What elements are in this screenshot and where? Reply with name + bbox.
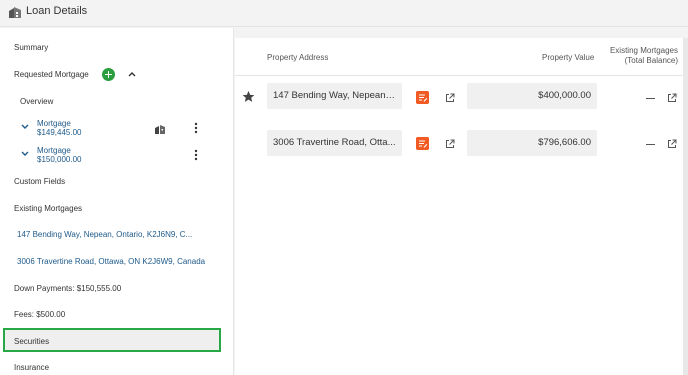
mortgage-amount: $150,000.00 (37, 155, 82, 164)
sidebar-item-securities-label: Securities (14, 337, 50, 346)
property-value-field[interactable]: $400,000.00 (467, 83, 597, 109)
sidebar-item-property-2[interactable]: 3006 Travertine Road, Ottawa, ON K2J6W9,… (17, 257, 205, 266)
building-icon (155, 125, 165, 134)
property-value-field[interactable]: $796,606.00 (467, 130, 597, 156)
mortgage-name: Mortgage (37, 146, 71, 155)
more-options-icon[interactable] (194, 122, 198, 134)
star-icon[interactable] (242, 90, 255, 103)
column-header-line: Existing Mortgages (609, 46, 678, 55)
edit-icon[interactable] (416, 137, 429, 150)
column-header-property-value: Property Value (542, 53, 595, 62)
loan-details-icon (9, 7, 21, 18)
header-divider (235, 75, 688, 76)
edit-icon[interactable] (416, 91, 429, 104)
column-header-existing-mortgages: Existing Mortgages (Total Balance) (605, 46, 678, 66)
sidebar-item-summary[interactable]: Summary (14, 43, 48, 52)
property-address-field[interactable]: 3006 Travertine Road, Otta... (267, 130, 402, 156)
sidebar-item-fees[interactable]: Fees: $500.00 (14, 310, 65, 319)
chevron-up-icon[interactable] (127, 69, 137, 79)
window-title: Loan Details (26, 5, 88, 17)
open-external-icon[interactable] (667, 139, 677, 149)
sidebar-item-requested-mortgage[interactable]: Requested Mortgage (14, 70, 89, 79)
sidebar-item-overview[interactable]: Overview (20, 97, 53, 106)
sidebar: Summary Requested Mortgage Overview Mort… (0, 28, 234, 375)
sidebar-item-custom-fields[interactable]: Custom Fields (14, 177, 65, 186)
sidebar-item-insurance[interactable]: Insurance (14, 363, 49, 372)
open-external-icon[interactable] (445, 93, 455, 103)
chevron-down-icon[interactable] (20, 149, 30, 159)
sidebar-item-existing-mortgages[interactable]: Existing Mortgages (14, 204, 82, 213)
sidebar-item-property-1[interactable]: 147 Bending Way, Nepean, Ontario, K2J6N9… (17, 230, 192, 239)
existing-mortgages-empty (646, 144, 655, 145)
open-external-icon[interactable] (445, 139, 455, 149)
mortgage-amount: $149,445.00 (37, 128, 82, 137)
chevron-down-icon[interactable] (20, 122, 30, 132)
open-external-icon[interactable] (667, 93, 677, 103)
scrollbar[interactable] (683, 38, 688, 375)
column-header-line: (Total Balance) (624, 56, 678, 65)
sidebar-item-mortgage-1[interactable]: Mortgage $149,445.00 (37, 119, 82, 137)
column-header-property-address: Property Address (267, 53, 329, 62)
more-options-icon[interactable] (194, 149, 198, 161)
sidebar-item-down-payments[interactable]: Down Payments: $150,555.00 (14, 284, 121, 293)
add-mortgage-button[interactable] (102, 68, 115, 81)
sidebar-item-mortgage-2[interactable]: Mortgage $150,000.00 (37, 146, 82, 164)
property-address-field[interactable]: 147 Bending Way, Nepean,... (267, 83, 402, 109)
mortgage-name: Mortgage (37, 119, 71, 128)
title-bar: Loan Details (0, 0, 688, 27)
securities-panel: Property Address Property Value Existing… (235, 38, 688, 375)
existing-mortgages-empty (646, 98, 655, 99)
